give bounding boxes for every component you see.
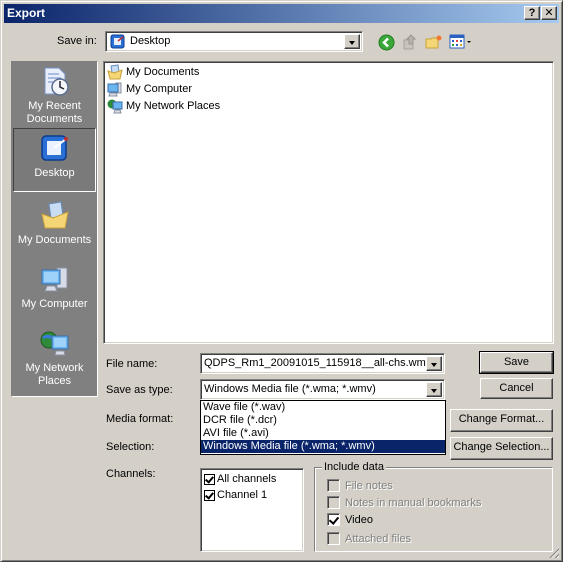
save-as-type-label: Save as type: — [106, 384, 173, 396]
channel-item-label: Channel 1 — [217, 489, 268, 501]
places-item-label: My Recent Documents — [26, 100, 83, 125]
file-list-item-label: My Documents — [126, 66, 200, 78]
video-checkbox[interactable] — [327, 513, 340, 526]
dropdown-option-avi[interactable]: AVI file (*.avi) — [201, 427, 445, 440]
window-title: Export — [7, 6, 46, 20]
save-as-type-combo[interactable]: Windows Media file (*.wma; *.wmv) — [200, 379, 445, 400]
file-notes-label: File notes — [345, 479, 393, 492]
channel-1-checkbox[interactable] — [204, 489, 215, 501]
help-button[interactable]: ? — [524, 6, 540, 20]
notes-in-manual-bookmarks-option[interactable]: Notes in manual bookmarks — [327, 496, 481, 509]
file-notes-option[interactable]: File notes — [327, 479, 393, 492]
file-name-label: File name: — [106, 358, 158, 370]
file-list[interactable]: My Documents My Computer My Network Plac… — [103, 61, 554, 344]
save-as-type-dropdown-list[interactable]: Wave file (*.wav) DCR file (*.dcr) AVI f… — [200, 400, 446, 455]
places-item-label: Desktop — [34, 167, 75, 179]
change-format-button[interactable]: Change Format... — [450, 409, 553, 432]
attached-files-label: Attached files — [345, 532, 412, 545]
close-button[interactable]: ✕ — [541, 6, 557, 20]
places-item-label: My Documents — [17, 234, 92, 246]
places-item-my-recent-documents[interactable]: My Recent Documents — [13, 62, 96, 128]
export-dialog: Export ? ✕ Save in: Desktop My Recent Do… — [0, 0, 563, 562]
places-item-label: My Computer — [21, 298, 88, 310]
desktop-icon — [110, 34, 126, 49]
video-option[interactable]: Video — [327, 513, 373, 526]
file-name-input[interactable]: QDPS_Rm1_20091015_115918__all-chs.wmv — [204, 357, 431, 369]
save-in-dropdown-arrow[interactable] — [344, 34, 360, 49]
places-item-my-computer[interactable]: My Computer — [13, 260, 96, 324]
channel-item-1[interactable]: Channel 1 — [204, 489, 267, 501]
notes-in-manual-bookmarks-checkbox[interactable] — [327, 496, 340, 509]
my-computer-icon — [39, 264, 71, 296]
channels-list[interactable]: All channels Channel 1 — [200, 468, 304, 552]
network-places-icon — [107, 98, 123, 114]
desktop-icon — [39, 133, 71, 165]
file-list-item[interactable]: My Documents — [107, 64, 199, 80]
save-in-label: Save in: — [57, 35, 97, 47]
view-menu-button[interactable] — [449, 34, 473, 50]
places-item-my-network-places[interactable]: My Network Places — [13, 324, 96, 394]
back-arrow-icon — [378, 34, 395, 51]
view-menu-icon — [449, 34, 471, 49]
dropdown-option-wmv[interactable]: Windows Media file (*.wma; *.wmv) — [201, 440, 445, 453]
places-bar: My Recent Documents Desktop My Documents… — [11, 61, 98, 397]
file-list-item-label: My Network Places — [126, 100, 221, 112]
title-bar: Export ? ✕ — [4, 4, 559, 23]
file-notes-checkbox[interactable] — [327, 479, 340, 492]
file-name-combo[interactable]: QDPS_Rm1_20091015_115918__all-chs.wmv — [200, 353, 445, 374]
save-in-value: Desktop — [130, 35, 171, 47]
places-item-desktop[interactable]: Desktop — [13, 128, 96, 192]
save-in-combo[interactable]: Desktop — [105, 31, 363, 52]
attached-files-checkbox[interactable] — [327, 532, 340, 545]
my-computer-icon — [107, 81, 123, 97]
video-label: Video — [345, 513, 373, 526]
file-list-item[interactable]: My Computer — [107, 81, 192, 97]
channel-item-all[interactable]: All channels — [204, 473, 276, 485]
new-folder-icon — [425, 35, 442, 49]
save-as-type-value: Windows Media file (*.wma; *.wmv) — [204, 383, 376, 395]
file-name-dropdown-arrow[interactable] — [426, 356, 442, 371]
attached-files-option[interactable]: Attached files — [327, 532, 411, 545]
media-format-label: Media format: — [106, 413, 174, 425]
my-documents-icon — [39, 200, 71, 232]
cancel-button[interactable]: Cancel — [480, 378, 553, 399]
include-data-legend: Include data — [322, 461, 386, 473]
all-channels-checkbox[interactable] — [204, 473, 215, 485]
include-data-group: Include data File notes Notes in manual … — [314, 461, 553, 552]
selection-label: Selection: — [106, 441, 155, 453]
channels-label: Channels: — [106, 468, 156, 480]
network-places-icon — [39, 328, 71, 360]
up-one-level-button[interactable] — [402, 33, 419, 51]
save-button[interactable]: Save — [479, 351, 554, 374]
places-item-my-documents[interactable]: My Documents — [13, 196, 96, 260]
change-selection-button[interactable]: Change Selection... — [450, 437, 553, 460]
dropdown-option-dcr[interactable]: DCR file (*.dcr) — [201, 414, 445, 427]
back-button[interactable] — [378, 34, 395, 51]
file-list-item-label: My Computer — [126, 83, 193, 95]
channel-item-label: All channels — [217, 473, 277, 485]
create-new-folder-button[interactable] — [425, 34, 443, 50]
file-list-item[interactable]: My Network Places — [107, 98, 220, 114]
up-folder-icon — [403, 34, 417, 50]
recent-documents-icon — [39, 66, 71, 98]
save-as-type-dropdown-arrow[interactable] — [426, 382, 442, 397]
notes-in-manual-bookmarks-label: Notes in manual bookmarks — [345, 496, 482, 509]
my-documents-icon — [107, 64, 123, 80]
dropdown-option-wav[interactable]: Wave file (*.wav) — [201, 401, 445, 414]
places-item-label: My Network Places — [25, 362, 84, 387]
